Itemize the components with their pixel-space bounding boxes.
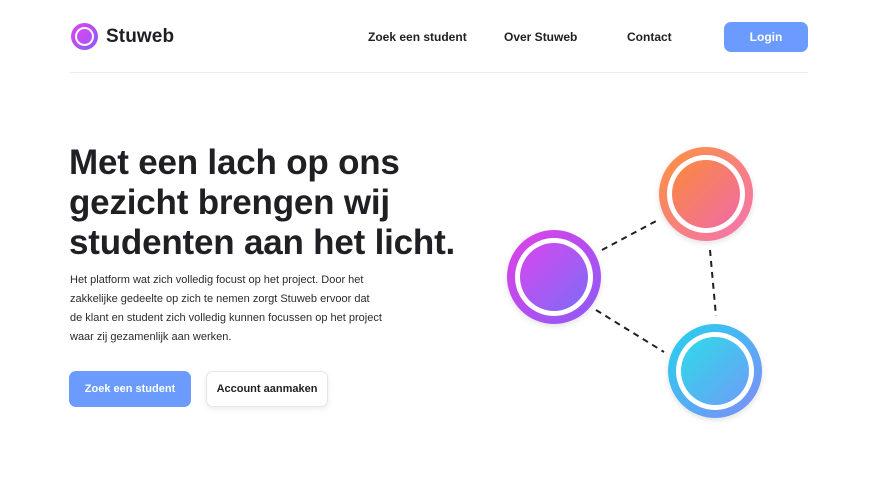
hero-title: Met een lach op ons gezicht brengen wij … [69, 143, 499, 263]
brand-logo[interactable]: Stuweb [71, 23, 174, 50]
login-button[interactable]: Login [724, 22, 808, 52]
connector-line [601, 219, 659, 251]
brand-name: Stuweb [106, 25, 175, 47]
orange-node [659, 147, 753, 241]
hero-title-line: Met een lach op ons [69, 143, 400, 182]
hero-description-line: Het platform wat zich volledig focust op… [70, 274, 364, 286]
nav-link-over-stuweb[interactable]: Over Stuweb [504, 30, 577, 44]
hero-title-line: gezicht brengen wij [69, 183, 390, 222]
hero-description-line: de klant en student zich volledig kunnen… [70, 312, 382, 324]
landing-page: Stuweb Zoek een student Over Stuweb Cont… [0, 0, 879, 493]
cyan-node [668, 324, 762, 418]
logo-circle-icon [71, 23, 98, 50]
hero-description-line: zakkelijke gedeelte op zich te nemen zor… [70, 293, 370, 305]
hero-title-line: studenten aan het licht. [69, 223, 456, 262]
nav-link-contact[interactable]: Contact [627, 30, 672, 44]
network-illustration [507, 147, 762, 418]
connector-line [709, 249, 717, 317]
header-divider [70, 72, 808, 73]
connector-line [595, 309, 665, 353]
account-aanmaken-button[interactable]: Account aanmaken [206, 371, 328, 407]
nav-link-zoek-een-student[interactable]: Zoek een student [368, 30, 467, 44]
zoek-een-student-button[interactable]: Zoek een student [69, 371, 191, 407]
purple-node [507, 230, 601, 324]
hero-description: Het platform wat zich volledig focust op… [70, 271, 430, 347]
hero-description-line: waar zij gezamenlijk aan werken. [70, 331, 232, 343]
